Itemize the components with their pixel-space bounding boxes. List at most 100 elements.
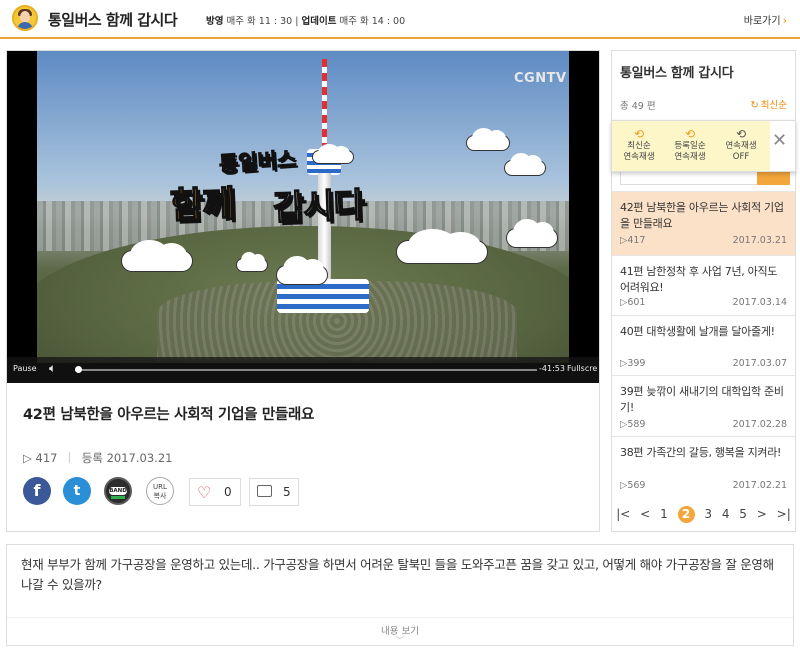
sort-option-label: 최신순 bbox=[627, 141, 651, 151]
cloud bbox=[507, 219, 557, 247]
episode-item-title: 40편 대학생활에 날개를 달아줄게! bbox=[620, 325, 775, 338]
like-button[interactable]: ♡ 0 bbox=[189, 478, 241, 506]
repeat-icon: ⟲ bbox=[684, 127, 696, 141]
last-page-button[interactable]: >| bbox=[777, 507, 791, 521]
page-1[interactable]: 1 bbox=[660, 507, 668, 521]
episode-item-views: ▷589 bbox=[620, 419, 646, 430]
description-divider bbox=[7, 617, 793, 618]
video-frame[interactable]: CGNTV 통일버스 함께 갑시다 bbox=[37, 51, 569, 363]
episode-item-views: ▷399 bbox=[620, 358, 646, 369]
video-title-line2b: 갑시다 bbox=[272, 185, 366, 230]
top-header: 통일버스 함께 갑시다 방영 매주 화 11 : 30 | 업데이트 매주 화 … bbox=[0, 0, 800, 39]
cloud bbox=[277, 256, 327, 284]
episode-item[interactable]: 41편 남한정착 후 사업 7년, 아직도 어려워요! ▷601 2017.03… bbox=[612, 255, 795, 315]
comment-icon bbox=[257, 485, 272, 497]
tower-spire bbox=[322, 59, 327, 154]
program-logo-icon[interactable] bbox=[12, 5, 38, 31]
cloud bbox=[505, 153, 545, 175]
update-label: 업데이트 bbox=[301, 16, 337, 27]
episode-title: 42편 남북한을 아우르는 사회적 기업을 만들래요 bbox=[23, 407, 315, 423]
seek-bar[interactable] bbox=[75, 369, 537, 371]
next-page-button[interactable]: > bbox=[757, 507, 767, 521]
pagination: |< < 1 2 3 4 5 > >| bbox=[612, 506, 795, 523]
episode-item[interactable]: 42편 남북한을 아우르는 사회적 기업을 만들래요 ▷417 2017.03.… bbox=[612, 191, 795, 255]
episode-item-date: 2017.02.21 bbox=[732, 480, 787, 491]
broadcast-time: 매주 화 11 : 30 bbox=[226, 16, 293, 27]
show-more-button[interactable]: 내용 보기 ﹀ bbox=[7, 623, 793, 645]
sort-label: 최신순 bbox=[760, 100, 787, 111]
close-icon[interactable]: ✕ bbox=[772, 130, 787, 151]
repeat-icon: ⟲ bbox=[633, 127, 645, 141]
time-remaining: -41:53 bbox=[539, 364, 565, 373]
sort-option-autoplay-off[interactable]: ⟲ 연속재생 OFF bbox=[716, 127, 766, 163]
episode-item-views: ▷601 bbox=[620, 297, 646, 308]
episode-meta: ▷ 417 등록 2017.03.21 bbox=[23, 450, 172, 466]
schedule-info: 방영 매주 화 11 : 30 | 업데이트 매주 화 14 : 00 bbox=[206, 13, 405, 27]
twitter-icon: t bbox=[73, 483, 81, 499]
sort-option-label: 연속재생 bbox=[725, 141, 757, 151]
episode-item-date: 2017.03.21 bbox=[732, 235, 787, 246]
broadcast-label: 방영 bbox=[206, 16, 224, 27]
episode-item[interactable]: 40편 대학생활에 날개를 달아줄게! ▷399 2017.03.07 bbox=[612, 315, 795, 375]
episode-item[interactable]: 39편 늦깎이 새내기의 대학입학 준비기! ▷589 2017.02.28 bbox=[612, 375, 795, 436]
video-player[interactable]: CGNTV 통일버스 함께 갑시다 Pause 🔈︎ -41:53 Fullsc… bbox=[7, 51, 599, 383]
sort-popup-options: ⟲ 최신순 연속재생 ⟲ 등록일순 연속재생 ⟲ 연속재생 OFF bbox=[612, 121, 770, 171]
comment-button[interactable]: 5 bbox=[249, 478, 299, 506]
episode-item-title: 42편 남북한을 아우르는 사회적 기업을 만들래요 bbox=[620, 201, 784, 230]
video-title-line2a: 함께 bbox=[169, 183, 236, 228]
video-title-line1: 통일버스 bbox=[218, 147, 298, 177]
meta-separator bbox=[69, 452, 71, 463]
sort-toggle[interactable]: ↻ 최신순 bbox=[750, 97, 787, 111]
cloud bbox=[122, 240, 192, 271]
chevron-down-icon: ﹀ bbox=[396, 636, 404, 645]
facebook-share-button[interactable]: f bbox=[23, 477, 51, 505]
url-copy-sublabel: 복사 bbox=[153, 492, 167, 500]
band-share-button[interactable]: BAND bbox=[104, 477, 132, 505]
page-4[interactable]: 4 bbox=[722, 507, 730, 521]
video-controls: Pause 🔈︎ -41:53 Fullscreen bbox=[7, 357, 599, 383]
facebook-icon: f bbox=[33, 481, 41, 500]
registered-date: 2017.03.21 bbox=[106, 451, 173, 465]
volume-icon[interactable]: 🔈︎ bbox=[49, 361, 56, 376]
page-5[interactable]: 5 bbox=[739, 507, 747, 521]
sort-option-label: 등록일순 bbox=[674, 141, 706, 151]
page-3[interactable]: 3 bbox=[704, 507, 712, 521]
player-panel: CGNTV 통일버스 함께 갑시다 Pause 🔈︎ -41:53 Fullsc… bbox=[6, 50, 600, 532]
band-icon-bar bbox=[111, 496, 125, 499]
prev-page-button[interactable]: < bbox=[640, 507, 650, 521]
channel-watermark: CGNTV bbox=[514, 71, 567, 86]
url-copy-button[interactable]: URL 복사 bbox=[146, 477, 174, 505]
episode-item[interactable]: 38편 가족간의 갈등, 행복을 지켜라! ▷569 2017.02.21 bbox=[612, 436, 795, 496]
sort-option-registered[interactable]: ⟲ 등록일순 연속재생 bbox=[665, 127, 715, 163]
pause-button[interactable]: Pause bbox=[13, 364, 37, 373]
like-count: 0 bbox=[224, 485, 232, 499]
page-current[interactable]: 2 bbox=[677, 506, 695, 523]
cloud bbox=[397, 228, 487, 263]
episode-item-date: 2017.03.14 bbox=[732, 297, 787, 308]
cloud bbox=[313, 144, 353, 163]
sort-option-sublabel: 연속재생 bbox=[623, 152, 655, 162]
repeat-icon: ↻ bbox=[750, 100, 759, 111]
seek-handle[interactable] bbox=[75, 366, 82, 373]
sort-option-sublabel: OFF bbox=[732, 152, 750, 162]
twitter-share-button[interactable]: t bbox=[63, 477, 91, 505]
episode-description: 현재 부부가 함께 가구공장을 운영하고 있는데.. 가구공장을 하면서 어려운… bbox=[6, 544, 794, 646]
fullscreen-button[interactable]: Fullscreen bbox=[567, 364, 597, 373]
comment-count: 5 bbox=[283, 485, 291, 499]
episode-item-title: 41편 남한정착 후 사업 7년, 아직도 어려워요! bbox=[620, 265, 778, 294]
cloud bbox=[467, 128, 509, 150]
episode-count: 총 49 편 bbox=[620, 101, 656, 112]
program-title: 통일버스 함께 갑시다 bbox=[48, 11, 178, 29]
first-page-button[interactable]: |< bbox=[616, 507, 630, 521]
shortcut-link[interactable]: 바로가기 › bbox=[744, 12, 787, 27]
repeat-icon: ⟲ bbox=[735, 127, 747, 141]
sort-option-latest[interactable]: ⟲ 최신순 연속재생 bbox=[614, 127, 664, 163]
sort-option-sublabel: 연속재생 bbox=[674, 152, 706, 162]
tower-base bbox=[277, 279, 369, 313]
episode-item-date: 2017.02.28 bbox=[732, 419, 787, 430]
heart-icon: ♡ bbox=[197, 483, 212, 502]
episode-item-date: 2017.03.07 bbox=[732, 358, 787, 369]
url-copy-label: URL bbox=[153, 483, 167, 491]
episode-item-title: 39편 늦깎이 새내기의 대학입학 준비기! bbox=[620, 385, 784, 414]
view-count: 417 bbox=[35, 451, 58, 465]
